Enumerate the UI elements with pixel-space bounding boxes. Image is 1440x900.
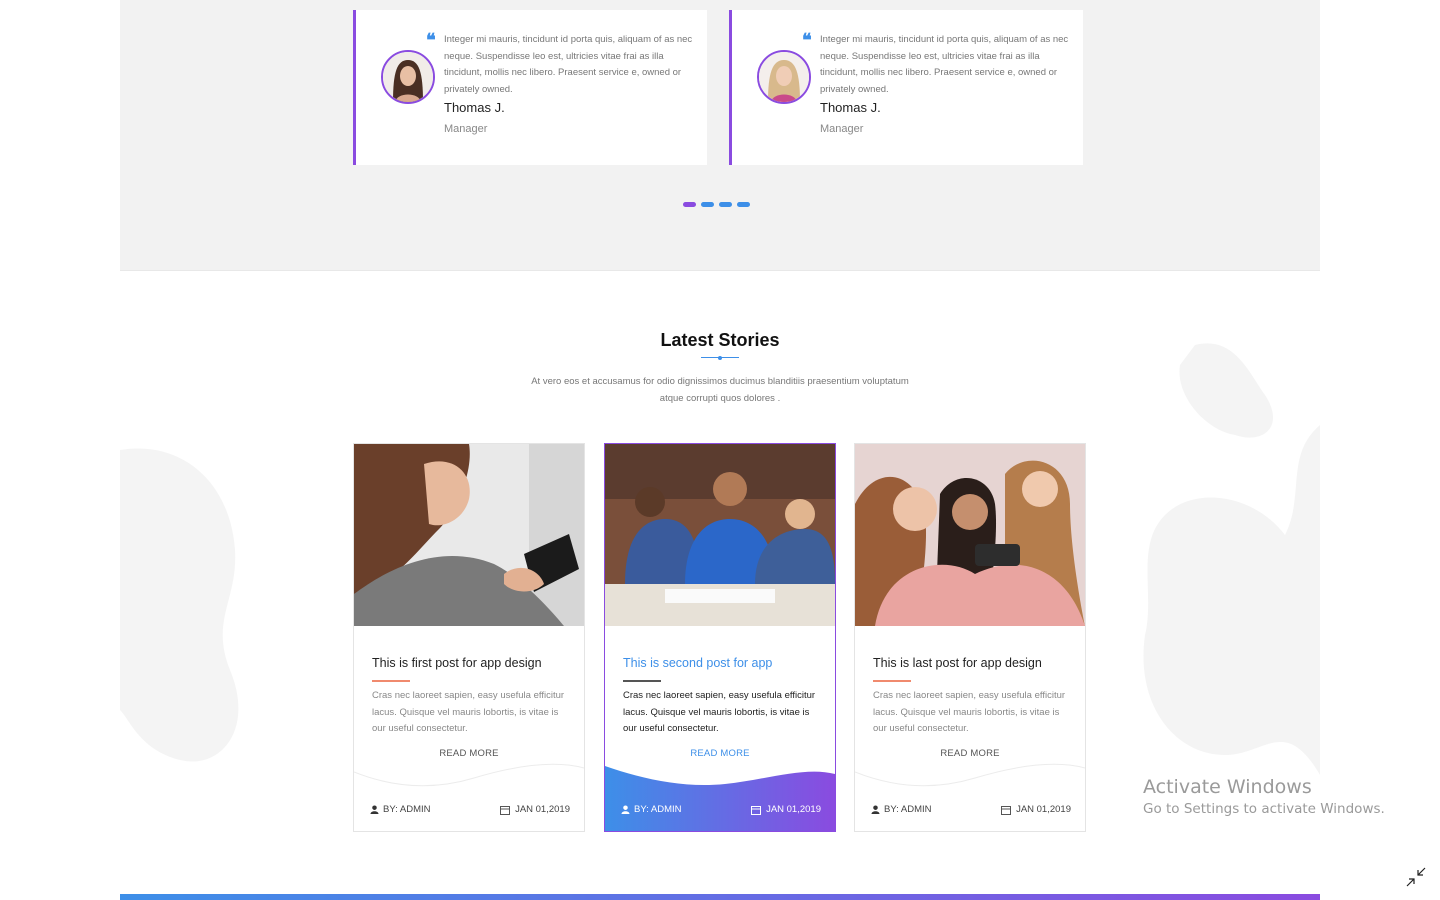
exit-fullscreen-icon[interactable] xyxy=(1405,866,1427,888)
carousel-dot-3[interactable] xyxy=(719,202,732,207)
post-title[interactable]: This is second post for app xyxy=(623,656,772,670)
section-subtitle: At vero eos et accusamus for odio dignis… xyxy=(531,376,909,404)
card-wave xyxy=(605,766,835,831)
post-date: JAN 01,2019 xyxy=(751,804,821,815)
card-wave xyxy=(354,763,584,787)
post-author: BY: ADMIN xyxy=(370,804,431,815)
section-title: Latest Stories xyxy=(660,330,780,350)
windows-activation-subtitle: Go to Settings to activate Windows. xyxy=(1143,801,1385,817)
testimonials-section: ❝ Integer mi mauris, tincidunt id porta … xyxy=(120,0,1320,271)
post-author: BY: ADMIN xyxy=(871,804,932,815)
footer-gradient-bar xyxy=(120,894,1320,900)
post-date: JAN 01,2019 xyxy=(500,804,570,815)
avatar xyxy=(757,50,811,104)
decorative-blob-right xyxy=(1143,343,1320,775)
story-image xyxy=(354,444,584,626)
post-title-underline xyxy=(623,680,661,682)
post-excerpt: Cras nec laoreet sapien, easy usefula ef… xyxy=(372,690,565,734)
post-author: BY: ADMIN xyxy=(621,804,682,815)
carousel-dot-4[interactable] xyxy=(737,202,750,207)
carousel-dot-2[interactable] xyxy=(701,202,714,207)
testimonial-card: ❝ Integer mi mauris, tincidunt id porta … xyxy=(729,10,1083,165)
post-author-label: BY: ADMIN xyxy=(884,804,932,815)
user-icon xyxy=(871,805,880,814)
post-title[interactable]: This is first post for app design xyxy=(372,656,542,670)
story-card[interactable]: This is last post for app design Cras ne… xyxy=(854,443,1086,832)
testimonial-name: Thomas J. xyxy=(820,100,881,115)
card-wave xyxy=(855,763,1085,787)
testimonial-text: Integer mi mauris, tincidunt id porta qu… xyxy=(820,34,1069,95)
testimonial-role: Manager xyxy=(820,123,864,135)
post-author-label: BY: ADMIN xyxy=(383,804,431,815)
post-date-label: JAN 01,2019 xyxy=(1016,804,1071,815)
post-title-underline xyxy=(372,680,410,682)
carousel-dots xyxy=(683,202,750,207)
post-date-label: JAN 01,2019 xyxy=(515,804,570,815)
quote-icon: ❝ xyxy=(426,30,436,51)
quote-icon: ❝ xyxy=(802,30,812,51)
user-icon xyxy=(621,805,630,814)
post-title-underline xyxy=(873,680,911,682)
testimonial-role: Manager xyxy=(444,123,488,135)
decorative-blob-left xyxy=(120,448,239,762)
read-more-link[interactable]: READ MORE xyxy=(855,748,1085,759)
post-title[interactable]: This is last post for app design xyxy=(873,656,1042,670)
testimonial-name: Thomas J. xyxy=(444,100,505,115)
testimonial-text: Integer mi mauris, tincidunt id porta qu… xyxy=(444,34,693,95)
calendar-icon xyxy=(751,805,762,815)
post-excerpt: Cras nec laoreet sapien, easy usefula ef… xyxy=(873,690,1066,734)
story-image xyxy=(855,444,1085,626)
calendar-icon xyxy=(1001,805,1012,815)
user-icon xyxy=(370,805,379,814)
read-more-link[interactable]: READ MORE xyxy=(354,748,584,759)
post-author-label: BY: ADMIN xyxy=(634,804,682,815)
testimonial-card: ❝ Integer mi mauris, tincidunt id porta … xyxy=(353,10,707,165)
post-date-label: JAN 01,2019 xyxy=(766,804,821,815)
story-image xyxy=(605,444,835,626)
windows-activation-title: Activate Windows xyxy=(1143,776,1312,798)
story-card-active[interactable]: This is second post for app Cras nec lao… xyxy=(604,443,836,832)
read-more-link[interactable]: READ MORE xyxy=(605,748,835,759)
story-card[interactable]: This is first post for app design Cras n… xyxy=(353,443,585,832)
carousel-dot-1[interactable] xyxy=(683,202,696,207)
title-underline xyxy=(701,355,739,360)
avatar xyxy=(381,50,435,104)
post-date: JAN 01,2019 xyxy=(1001,804,1071,815)
page: ❝ Integer mi mauris, tincidunt id porta … xyxy=(120,0,1320,900)
post-excerpt: Cras nec laoreet sapien, easy usefula ef… xyxy=(623,690,816,734)
calendar-icon xyxy=(500,805,511,815)
